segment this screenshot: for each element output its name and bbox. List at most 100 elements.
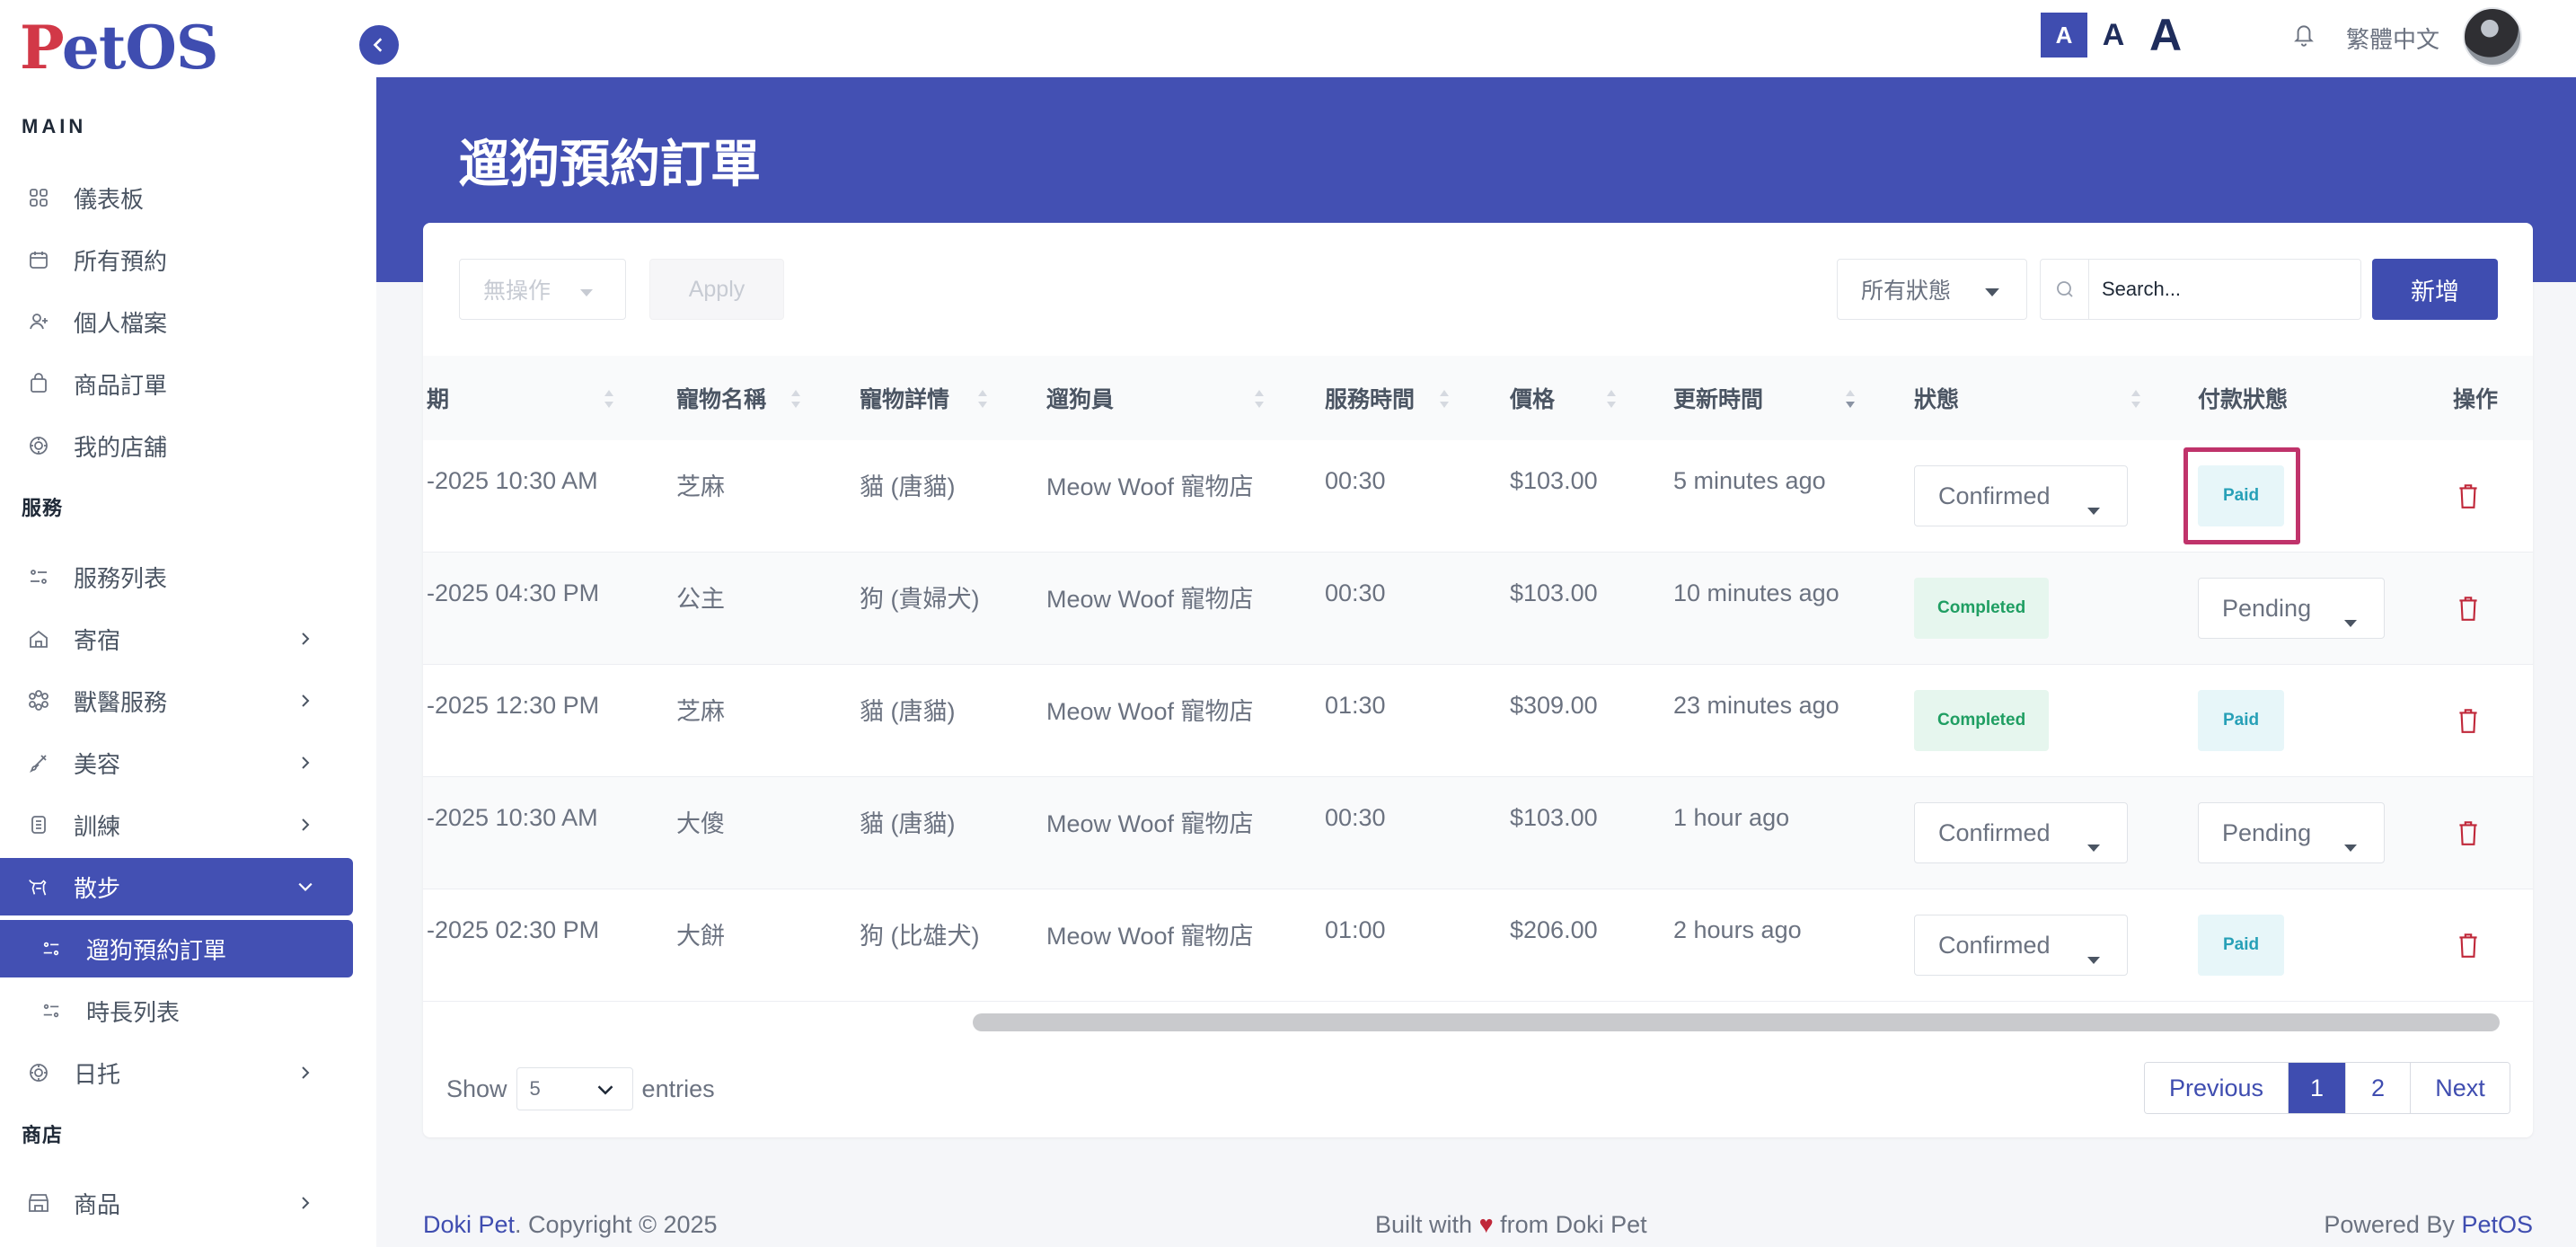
language-selector[interactable]: 繁體中文 xyxy=(2346,22,2439,55)
payment-badge: Paid xyxy=(2198,690,2285,751)
sidebar-item-walking[interactable]: 散步 xyxy=(0,858,353,915)
table-row: -2025 10:30 AM 大傻 貓 (唐貓) Meow Woof 寵物店 0… xyxy=(423,777,2533,889)
collapse-sidebar-button[interactable] xyxy=(359,25,399,65)
calendar-icon xyxy=(27,248,50,271)
column-header-walker[interactable]: 遛狗員 xyxy=(1046,356,1114,440)
column-header-updated[interactable]: 更新時間 xyxy=(1673,356,1763,440)
caret-down-icon xyxy=(2087,493,2100,521)
caret-down-icon xyxy=(2087,830,2100,858)
list-toggle-icon xyxy=(40,999,63,1022)
sort-icon[interactable] xyxy=(976,386,989,411)
sidebar-item-all-bookings[interactable]: 所有預約 xyxy=(0,231,353,288)
font-size-medium-button[interactable]: A xyxy=(2087,13,2139,57)
sort-icon[interactable] xyxy=(2130,386,2142,411)
page-size-control: Show 5 entries xyxy=(446,1067,715,1110)
sidebar-item-dashboard[interactable]: 儀表板 xyxy=(0,169,353,226)
list-toggle-icon xyxy=(40,937,63,960)
bulk-action-select[interactable]: 無操作 xyxy=(459,259,626,320)
delete-icon[interactable] xyxy=(2457,594,2480,623)
sidebar-item-duration-list[interactable]: 時長列表 xyxy=(0,982,353,1039)
status-select[interactable]: Confirmed xyxy=(1914,465,2128,526)
column-header-pet-name[interactable]: 寵物名稱 xyxy=(676,356,766,440)
font-size-large-button[interactable]: A xyxy=(2139,10,2192,60)
sidebar-item-walking-orders[interactable]: 遛狗預約訂單 xyxy=(0,920,353,977)
table-header: 期 寵物名稱 寵物詳情 遛狗員 服務時間 價格 更新時間 狀態 付款狀態 操作 xyxy=(423,356,2533,440)
sort-icon[interactable] xyxy=(603,386,615,411)
caret-down-icon xyxy=(1985,277,1999,303)
caret-down-icon xyxy=(2344,606,2357,633)
search-input[interactable] xyxy=(2089,260,2360,319)
powered-by-link[interactable]: PetOS xyxy=(2461,1211,2533,1238)
pagination: Previous 1 2 Next xyxy=(2144,1062,2510,1114)
table-row: -2025 10:30 AM 芝麻 貓 (唐貓) Meow Woof 寵物店 0… xyxy=(423,440,2533,553)
horizontal-scrollbar[interactable] xyxy=(973,1013,2500,1031)
sidebar-item-grooming[interactable]: 美容 xyxy=(0,734,353,792)
sidebar-item-training[interactable]: 訓練 xyxy=(0,796,353,853)
section-main: MAIN xyxy=(22,115,87,137)
paw-cluster-icon xyxy=(27,689,50,712)
previous-page-button[interactable]: Previous xyxy=(2145,1063,2289,1113)
table-row: -2025 04:30 PM 公主 狗 (貴婦犬) Meow Woof 寵物店 … xyxy=(423,553,2533,665)
chevron-right-icon xyxy=(296,753,315,773)
sidebar-item-daycare[interactable]: 日托 xyxy=(0,1044,353,1101)
section-shop: 商店 xyxy=(22,1124,64,1146)
sidebar-item-my-shop[interactable]: 我的店舖 xyxy=(0,417,353,474)
sidebar-item-boarding[interactable]: 寄宿 xyxy=(0,610,353,668)
entries-select[interactable]: 5 xyxy=(516,1067,633,1110)
caret-down-icon xyxy=(2344,830,2357,858)
delete-icon[interactable] xyxy=(2457,706,2480,735)
page-2-button[interactable]: 2 xyxy=(2346,1063,2411,1113)
sort-icon[interactable] xyxy=(790,386,802,411)
sidebar-item-vet[interactable]: 獸醫服務 xyxy=(0,672,353,730)
sort-icon[interactable] xyxy=(1438,386,1451,411)
sidebar-item-product-orders[interactable]: 商品訂單 xyxy=(0,355,353,412)
column-header-pet-detail[interactable]: 寵物詳情 xyxy=(860,356,949,440)
sidebar-item-products[interactable]: 商品 xyxy=(0,1174,353,1232)
font-size-selector: A A A xyxy=(2041,10,2192,60)
search-icon xyxy=(2041,260,2089,319)
column-header-price[interactable]: 價格 xyxy=(1510,356,1555,440)
chevron-right-icon xyxy=(296,691,315,711)
highlight-box xyxy=(2183,447,2300,544)
delete-icon[interactable] xyxy=(2457,482,2480,510)
status-badge: Completed xyxy=(1914,578,2050,639)
sort-desc-icon[interactable] xyxy=(1844,386,1857,411)
status-filter-select[interactable]: 所有狀態 xyxy=(1837,259,2027,320)
column-header-duration[interactable]: 服務時間 xyxy=(1325,356,1415,440)
sidebar: PetOS MAIN 儀表板 所有預約 個人檔案 商品訂單 我的店舖 服務 服務… xyxy=(0,0,376,1247)
footer-brand-link[interactable]: Doki Pet xyxy=(423,1211,515,1238)
avatar[interactable] xyxy=(2463,7,2522,66)
chevron-right-icon xyxy=(296,1063,315,1083)
chevron-left-icon xyxy=(373,38,383,52)
column-header-date[interactable]: 期 xyxy=(427,356,449,440)
payment-select[interactable]: Pending xyxy=(2198,802,2385,863)
sidebar-item-profile[interactable]: 個人檔案 xyxy=(0,293,353,350)
font-size-small-button[interactable]: A xyxy=(2041,13,2087,57)
payment-select[interactable]: Pending xyxy=(2198,578,2385,639)
apply-button[interactable]: Apply xyxy=(649,259,784,320)
payment-badge: Paid xyxy=(2198,915,2285,976)
sort-icon[interactable] xyxy=(1605,386,1618,411)
sidebar-item-service-list[interactable]: 服務列表 xyxy=(0,548,353,606)
next-page-button[interactable]: Next xyxy=(2411,1063,2510,1113)
store-icon xyxy=(27,1191,50,1215)
column-header-status[interactable]: 狀態 xyxy=(1914,356,1959,440)
sort-icon[interactable] xyxy=(1253,386,1266,411)
status-select[interactable]: Confirmed xyxy=(1914,915,2128,976)
dog-walk-icon xyxy=(27,875,50,898)
bell-icon[interactable] xyxy=(2292,22,2317,50)
topbar xyxy=(376,0,2576,77)
chevron-down-icon xyxy=(296,877,315,897)
paw-icon xyxy=(27,1061,50,1084)
delete-icon[interactable] xyxy=(2457,931,2480,960)
petos-logo[interactable]: PetOS xyxy=(20,13,218,83)
delete-icon[interactable] xyxy=(2457,818,2480,847)
orders-card: 無操作 Apply 所有狀態 新增 期 寵物名稱 寵物詳情 遛狗員 服務時間 價… xyxy=(423,223,2533,1137)
page-1-button[interactable]: 1 xyxy=(2289,1063,2346,1113)
heart-icon: ♥ xyxy=(1478,1211,1494,1238)
status-select[interactable]: Confirmed xyxy=(1914,802,2128,863)
chevron-right-icon xyxy=(296,629,315,649)
badge-icon xyxy=(27,813,50,836)
search-box xyxy=(2040,259,2361,320)
add-button[interactable]: 新增 xyxy=(2372,259,2498,320)
